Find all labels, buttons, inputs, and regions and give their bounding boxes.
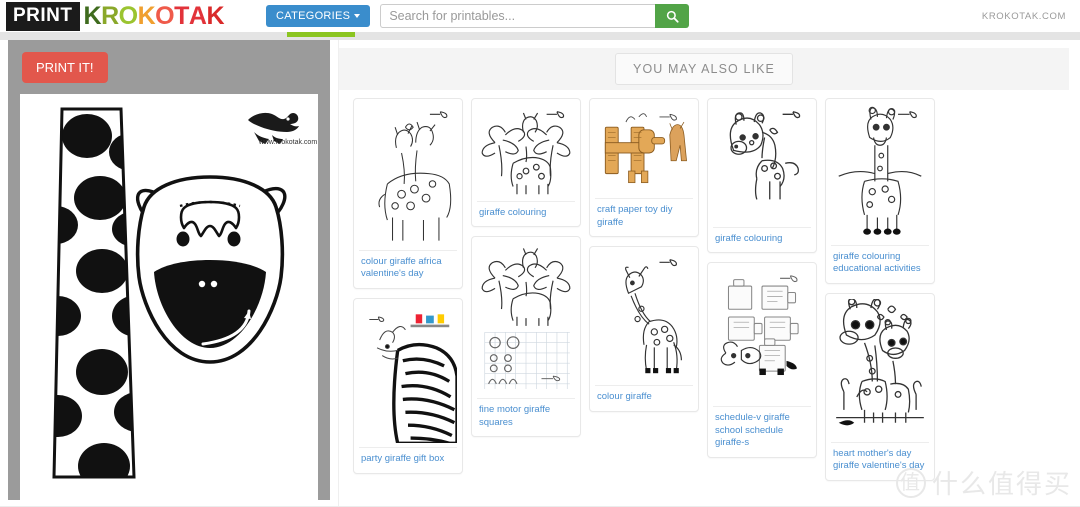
related-items-panel: YOU MAY ALSO LIKE colour giraffe africa … [338, 40, 1069, 507]
logo-krokotak-word: KROKOTAK [83, 1, 225, 30]
site-logo[interactable]: PRINT KROKOTAK [6, 1, 225, 31]
card-thumbnail [831, 298, 929, 438]
card-thumbnail [477, 242, 575, 395]
you-may-also-like-header: YOU MAY ALSO LIKE [339, 48, 1069, 90]
search-submit-button[interactable] [655, 4, 690, 28]
cartoon-giraffe-thumb [713, 104, 811, 223]
related-card[interactable]: fine motor giraffe squares [471, 236, 581, 438]
card-thumbnail [359, 104, 457, 246]
nav-underline-strip [0, 32, 1080, 40]
schedule-cards-thumb [713, 268, 811, 403]
card-title[interactable]: schedule-v giraffe school schedule giraf… [713, 406, 811, 457]
card-thumbnail [831, 104, 929, 241]
print-preview-panel: PRINT IT! www.krokotak.com [8, 40, 330, 500]
related-card[interactable]: party giraffe gift box [353, 297, 463, 474]
watermark-badge: 值 [895, 467, 926, 498]
logo-letter-2: O [118, 1, 138, 30]
related-card[interactable]: giraffe colouring [707, 98, 817, 254]
categories-button-label: CATEGORIES [276, 10, 351, 22]
related-card[interactable]: giraffe colouring [471, 98, 581, 228]
card-title[interactable]: craft paper toy diy giraffe [595, 198, 693, 236]
card-title[interactable]: giraffe colouring [713, 226, 811, 253]
artwork-watermark-text: www.krokotak.com [258, 139, 318, 146]
chevron-down-icon [354, 14, 361, 19]
search-input[interactable] [380, 4, 656, 28]
giraffe-grid-thumb [477, 242, 575, 395]
card-title[interactable]: colour giraffe africa valentine's day [359, 249, 457, 288]
you-may-also-like-label: YOU MAY ALSO LIKE [615, 53, 793, 85]
active-tab-indicator [287, 32, 355, 37]
card-thumbnail [595, 252, 693, 382]
watermark-text: 什么值得买 [931, 469, 1072, 499]
search-bar [380, 4, 690, 28]
related-card[interactable]: heart mother's day giraffe valentine's d… [825, 292, 935, 481]
logo-letter-6: A [188, 1, 207, 30]
two-giraffes-thumb [359, 104, 457, 246]
card-thumbnail [713, 104, 811, 223]
card-title[interactable]: giraffe colouring [477, 200, 575, 227]
two-giraffes-hearts-thumb [831, 298, 929, 438]
zebra-stripes-thumb [359, 303, 457, 444]
card-title[interactable]: colour giraffe [595, 385, 693, 411]
search-icon [666, 10, 679, 23]
card-thumbnail [713, 268, 811, 403]
smzdm-watermark: 值 什么值得买 [895, 464, 1072, 501]
standing-giraffe-thumb [595, 252, 693, 382]
logo-letter-7: K [206, 1, 224, 30]
card-thumbnail [359, 303, 457, 444]
giraffe-printable-artwork: www.krokotak.com [20, 94, 318, 500]
related-card[interactable]: schedule-v giraffe school schedule giraf… [707, 262, 817, 458]
logo-letter-1: R [101, 1, 119, 30]
logo-print-badge: PRINT [6, 1, 80, 31]
logo-letter-5: T [174, 1, 189, 30]
related-card[interactable]: giraffe colouring educational activities [825, 98, 935, 284]
logo-letter-4: O [155, 1, 175, 30]
related-cards-grid: colour giraffe africa valentine's day pa… [353, 98, 1053, 498]
card-title[interactable]: party giraffe gift box [359, 447, 457, 473]
print-it-button[interactable]: PRINT IT! [22, 52, 108, 83]
card-thumbnail [477, 104, 575, 197]
giraffe-palms-thumb [477, 104, 575, 197]
site-url-label: KROKOTAK.COM [981, 10, 1066, 22]
card-title[interactable]: giraffe colouring educational activities [831, 244, 929, 283]
logo-letter-0: K [83, 1, 102, 30]
related-card[interactable]: colour giraffe [589, 246, 699, 412]
related-card[interactable]: craft paper toy diy giraffe [589, 98, 699, 238]
printable-sheet: www.krokotak.com [20, 94, 318, 500]
top-navigation-bar: PRINT KROKOTAK CATEGORIES KROKOTAK.COM [0, 0, 1080, 32]
categories-button[interactable]: CATEGORIES [266, 5, 371, 27]
related-card[interactable]: colour giraffe africa valentine's day [353, 98, 463, 289]
main-content: PRINT IT! www.krokotak.com YOU MAY ALSO … [0, 40, 1080, 507]
card-title[interactable]: fine motor giraffe squares [477, 398, 575, 436]
logo-letter-3: K [137, 1, 156, 30]
tall-giraffe-thumb [831, 104, 929, 241]
card-thumbnail [595, 104, 693, 195]
paper-toy-giraffe-thumb [595, 104, 693, 195]
